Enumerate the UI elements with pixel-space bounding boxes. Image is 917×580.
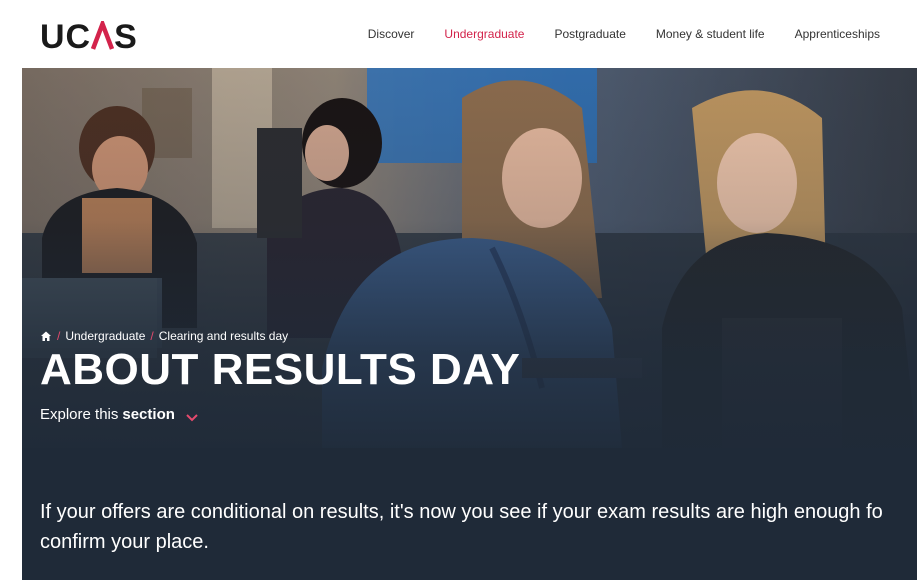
- explore-section-toggle[interactable]: Explore this section: [40, 406, 199, 423]
- breadcrumb-clearing-results-day[interactable]: Clearing and results day: [159, 329, 288, 343]
- home-icon[interactable]: [40, 330, 52, 342]
- chevron-down-icon: [185, 410, 199, 421]
- page-title: ABOUT RESULTS DAY: [40, 345, 521, 394]
- intro-line-1: If your offers are conditional on result…: [40, 501, 883, 523]
- main-nav: Discover Undergraduate Postgraduate Mone…: [353, 0, 895, 68]
- page-frame: UC S Discover Undergraduate Postgraduate …: [22, 0, 917, 580]
- explore-prefix: Explore this: [40, 406, 119, 423]
- breadcrumb-undergraduate[interactable]: Undergraduate: [65, 329, 145, 343]
- explore-strong: section: [122, 406, 175, 423]
- nav-item-postgraduate[interactable]: Postgraduate: [539, 27, 640, 41]
- site-header: UC S Discover Undergraduate Postgraduate …: [22, 0, 917, 68]
- breadcrumb-separator: /: [57, 329, 61, 343]
- logo-wedge-icon: [91, 21, 115, 51]
- breadcrumb-separator: /: [150, 329, 154, 343]
- logo-text-left: UC: [40, 18, 92, 56]
- nav-item-undergraduate[interactable]: Undergraduate: [429, 27, 539, 41]
- nav-item-discover[interactable]: Discover: [353, 27, 430, 41]
- intro-text: If your offers are conditional on result…: [40, 497, 917, 557]
- breadcrumb: / Undergraduate / Clearing and results d…: [40, 329, 288, 343]
- logo-text-right: S: [114, 18, 138, 56]
- nav-item-money-student-life[interactable]: Money & student life: [641, 27, 780, 41]
- nav-item-apprenticeships[interactable]: Apprenticeships: [780, 27, 895, 41]
- intro-line-2: confirm your place.: [40, 531, 209, 553]
- ucas-logo[interactable]: UC S: [40, 18, 138, 57]
